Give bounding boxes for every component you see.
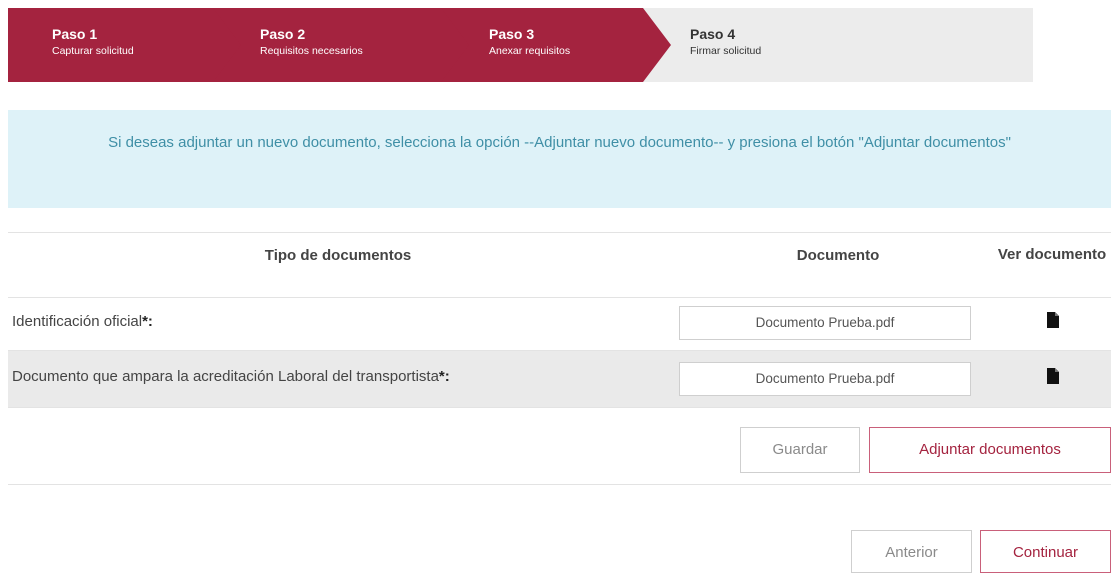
document-field[interactable]: Documento Prueba.pdf	[679, 362, 971, 396]
step-3[interactable]: Paso 3 Anexar requisitos	[441, 8, 673, 82]
step-3-subtitle: Anexar requisitos	[489, 45, 571, 57]
info-message: Si deseas adjuntar un nuevo documento, s…	[108, 134, 1011, 151]
step-1-title: Paso 1	[52, 26, 98, 42]
step-trailing	[839, 8, 1033, 82]
header-document-type: Tipo de documentos	[264, 247, 412, 264]
header-document: Documento	[796, 247, 880, 264]
save-button[interactable]: Guardar	[740, 427, 860, 473]
document-type-name: Identificación oficial	[12, 313, 143, 330]
table-row: Identificación oficial*: Documento Prueb…	[8, 298, 1111, 351]
document-field[interactable]: Documento Prueba.pdf	[679, 306, 971, 340]
step-4[interactable]: Paso 4 Firmar solicitud	[643, 8, 869, 82]
document-type-name: Documento que ampara la acreditación Lab…	[12, 368, 439, 385]
file-icon[interactable]	[1047, 312, 1059, 328]
continue-button[interactable]: Continuar	[980, 530, 1111, 573]
row-label: Identificación oficial*:	[12, 313, 153, 330]
required-marker: *:	[142, 313, 153, 330]
wizard-stepper: Paso 1 Capturar solicitud Paso 2 Requisi…	[8, 8, 1033, 82]
step-4-title: Paso 4	[690, 26, 736, 42]
header-view-document: Ver documento	[997, 246, 1107, 263]
required-marker: *:	[438, 368, 450, 385]
step-1[interactable]: Paso 1 Capturar solicitud	[8, 8, 243, 82]
previous-button[interactable]: Anterior	[851, 530, 972, 573]
documents-table: Tipo de documentos Documento Ver documen…	[8, 232, 1111, 485]
step-2-subtitle: Requisitos necesarios	[260, 45, 363, 57]
step-2-title: Paso 2	[260, 26, 306, 42]
row-label: Documento que ampara la acreditación Lab…	[12, 368, 450, 385]
attach-documents-button[interactable]: Adjuntar documentos	[869, 427, 1111, 473]
step-3-title: Paso 3	[489, 26, 535, 42]
table-actions: Guardar Adjuntar documentos	[8, 408, 1111, 485]
step-2[interactable]: Paso 2 Requisitos necesarios	[213, 8, 471, 82]
step-1-subtitle: Capturar solicitud	[52, 45, 134, 57]
step-4-subtitle: Firmar solicitud	[690, 45, 762, 57]
table-row: Documento que ampara la acreditación Lab…	[8, 351, 1111, 408]
file-icon[interactable]	[1047, 368, 1059, 384]
info-banner: Si deseas adjuntar un nuevo documento, s…	[8, 110, 1111, 208]
table-header: Tipo de documentos Documento Ver documen…	[8, 232, 1111, 298]
